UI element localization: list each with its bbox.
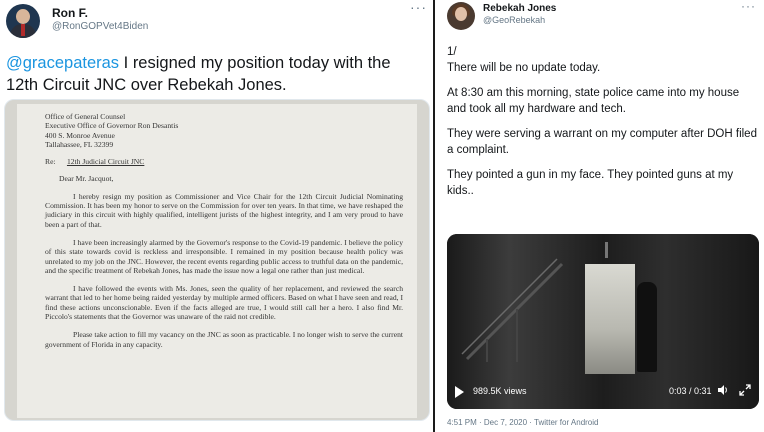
letter-subject: Re: 12th Judicial Circuit JNC	[45, 157, 403, 166]
more-icon[interactable]: ···	[410, 0, 427, 14]
tweet-paragraph: There will be no update today.	[447, 62, 601, 74]
avatar-face-shape	[455, 7, 467, 21]
address-line: Office of General Counsel	[45, 112, 126, 121]
letter-paragraph: I have been increasingly alarmed by the …	[45, 237, 403, 275]
doorway-shape	[585, 264, 635, 374]
avatar-tie-shape	[21, 24, 25, 36]
tweet-paragraph: They were serving a warrant on my comput…	[447, 128, 757, 156]
play-icon[interactable]	[455, 386, 464, 398]
letter-paragraph: I hereby resign my position as Commissio…	[45, 191, 403, 229]
letter-page: Office of General Counsel Executive Offi…	[17, 104, 417, 418]
avatar-ron[interactable]	[6, 4, 40, 38]
views-text: 989.5K views	[473, 386, 527, 396]
author-name[interactable]: Rebekah Jones	[483, 3, 556, 14]
letter-image[interactable]: Office of General Counsel Executive Offi…	[4, 99, 430, 421]
tweet-timestamp[interactable]: 4:51 PM · Dec 7, 2020 · Twitter for Andr…	[447, 418, 598, 427]
right-tweet: Rebekah Jones @GeoRebekah ··· 1/ There w…	[435, 0, 764, 432]
tweet-text: 1/ There will be no update today. At 8:3…	[447, 44, 759, 208]
address-line: 400 S. Monroe Avenue	[45, 130, 115, 140]
letter-paragraph: I have followed the events with Ms. Jone…	[45, 284, 403, 322]
tweet-text: @gracepateras I resigned my position tod…	[6, 52, 426, 96]
ceiling-lamp-shape	[605, 242, 608, 258]
staircase-shape	[461, 258, 564, 362]
mention-link[interactable]: @gracepateras	[6, 54, 119, 72]
avatar-head-shape	[16, 9, 30, 24]
address-line: Executive Office of Governor Ron Desanti…	[45, 121, 179, 131]
more-icon[interactable]: ···	[741, 0, 756, 12]
re-label: Re:	[45, 157, 56, 167]
video-player[interactable]: 989.5K views 0:03 / 0:31	[447, 234, 759, 409]
letter-paragraph: Please take action to fill my vacancy on…	[45, 330, 403, 349]
tweet-paragraph: 1/	[447, 46, 457, 58]
author-handle[interactable]: @RonGOPVet4Biden	[52, 21, 148, 32]
author-name[interactable]: Ron F.	[52, 6, 88, 20]
view-count: 989.5K views	[473, 386, 527, 396]
person-silhouette	[637, 282, 657, 372]
author-handle[interactable]: @GeoRebekah	[483, 15, 545, 25]
letter-address: Office of General Counsel Executive Offi…	[45, 112, 403, 149]
fullscreen-icon[interactable]	[739, 384, 751, 399]
tweet-paragraph: They pointed a gun in my face. They poin…	[447, 169, 734, 197]
volume-icon[interactable]	[717, 384, 729, 399]
left-tweet: Ron F. @RonGOPVet4Biden ··· @gracepatera…	[0, 0, 433, 432]
re-subject: 12th Judicial Circuit JNC	[66, 157, 145, 167]
tweet-paragraph: At 8:30 am this morning, state police ca…	[447, 87, 740, 115]
address-line: Tallahassee, FL 32399	[45, 139, 114, 149]
letter-salutation: Dear Mr. Jacquot,	[59, 174, 114, 184]
video-time: 0:03 / 0:31	[669, 386, 712, 396]
avatar-rebekah[interactable]	[447, 2, 475, 30]
